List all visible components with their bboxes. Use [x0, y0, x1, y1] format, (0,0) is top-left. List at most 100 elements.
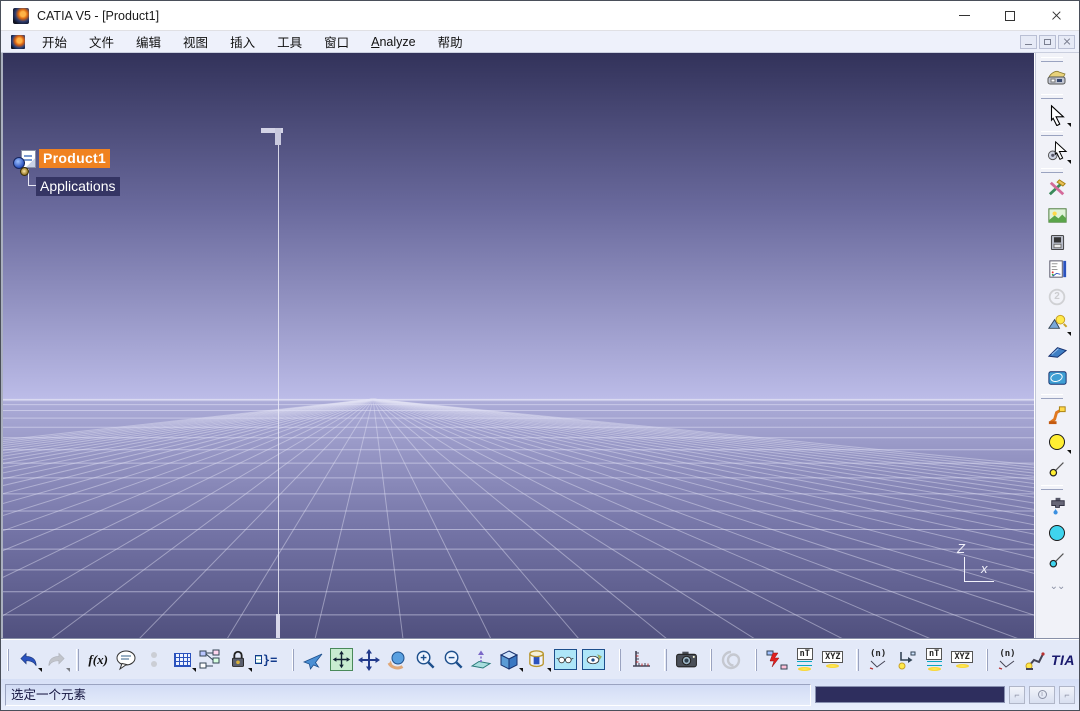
document-icon[interactable]	[11, 34, 25, 49]
select-arrow-button[interactable]	[1045, 102, 1071, 127]
toolbar-grip[interactable]	[618, 648, 622, 671]
maximize-button[interactable]	[987, 1, 1033, 30]
circle-icon	[1049, 524, 1065, 541]
isometric-view-button[interactable]	[497, 647, 523, 672]
tree-node-label[interactable]: Product1	[39, 149, 111, 168]
menu-item-tools[interactable]: 工具	[266, 30, 313, 53]
named-views-button[interactable]	[525, 647, 551, 672]
menu-item-analyze[interactable]: Analyze	[360, 33, 426, 51]
toolbar-grip[interactable]	[754, 648, 758, 671]
minimize-icon	[958, 15, 970, 16]
faucet-icon[interactable]	[1045, 493, 1070, 518]
toolbar-grip[interactable]	[1041, 94, 1063, 99]
design-table-button[interactable]	[170, 647, 196, 672]
power-input-arrow-button[interactable]: ⌐	[1009, 685, 1025, 704]
comment-button[interactable]	[114, 647, 139, 672]
mdi-minimize-button[interactable]	[1020, 34, 1037, 49]
circle-large-icon[interactable]	[1045, 520, 1070, 545]
frame-position-2-button[interactable]: XYZ	[950, 647, 975, 672]
relations-button[interactable]	[198, 647, 223, 672]
frame-position-button[interactable]: XYZ	[820, 647, 845, 672]
plane-surface-icon[interactable]	[1045, 338, 1070, 363]
tree-anchor-handle[interactable]	[276, 614, 280, 639]
frame-label: XYZ	[951, 651, 973, 663]
macro-icon[interactable]	[1045, 230, 1070, 255]
toolbar-grip[interactable]	[1041, 394, 1063, 399]
toolbar-overflow-chevron-icon[interactable]: ⌄⌄	[1045, 574, 1070, 599]
teach-button[interactable]	[894, 647, 919, 672]
jog-mechanism-2-button[interactable]: (n)	[995, 647, 1020, 672]
dialog-toggle-button[interactable]: i	[1029, 685, 1055, 704]
catia-window: CATIA V5 - [Product1] 开始 文件 编辑 视图 插入 工具 …	[0, 0, 1080, 711]
status-corner-button[interactable]: ⌐	[1059, 685, 1075, 704]
mdi-close-button[interactable]	[1058, 34, 1075, 49]
toolbar-grip[interactable]	[1041, 57, 1063, 62]
toolbar-grip[interactable]	[291, 648, 294, 671]
jog-mechanism-button[interactable]: (n)	[866, 647, 891, 672]
lock-button[interactable]	[226, 647, 252, 672]
toolbar-grip[interactable]	[7, 648, 10, 671]
arrow-glyph-icon: ⌐	[1014, 689, 1020, 700]
dimension-box-icon	[254, 655, 262, 664]
robot-arm-button[interactable]	[1023, 647, 1048, 672]
minimize-button[interactable]	[941, 1, 987, 30]
toolbar-grip[interactable]	[664, 648, 667, 671]
tree-branch-line	[28, 169, 36, 186]
toolbar-grip[interactable]	[1041, 131, 1063, 136]
toolbar-grip[interactable]	[856, 648, 859, 671]
close-button[interactable]	[1033, 1, 1079, 30]
surface-pad-icon[interactable]	[1045, 365, 1070, 390]
toolbar-grip[interactable]	[1041, 485, 1063, 490]
hide-show-button[interactable]	[553, 647, 578, 672]
swap-visible-space-button[interactable]	[581, 647, 606, 672]
toolbar-grip[interactable]	[76, 648, 79, 671]
fit-all-in-button[interactable]	[329, 647, 354, 672]
workbench-icon[interactable]	[1045, 65, 1070, 90]
tree-anchor-bracket[interactable]	[275, 128, 281, 145]
rotate-button[interactable]	[385, 647, 410, 672]
task-label: nT	[926, 648, 943, 660]
measure-button[interactable]	[628, 647, 653, 672]
formula-button[interactable]: f(x)	[86, 647, 111, 672]
image-library-icon[interactable]	[1045, 203, 1070, 228]
menu-item-edit[interactable]: 编辑	[125, 30, 172, 53]
tree-anchor-line[interactable]	[278, 145, 279, 639]
equivalent-dimensions-button[interactable]: }=	[254, 647, 279, 672]
robot-task-2-button[interactable]: nT	[922, 647, 947, 672]
fly-mode-button[interactable]	[301, 647, 326, 672]
normal-view-button[interactable]	[469, 647, 494, 672]
catia-app-icon	[13, 7, 29, 24]
menu-item-view[interactable]: 视图	[172, 30, 219, 53]
toolbar-grip[interactable]	[709, 648, 712, 671]
point-large-button[interactable]	[1045, 429, 1071, 454]
mdi-close-icon	[1063, 38, 1071, 46]
screen-capture-button[interactable]	[674, 647, 699, 672]
menu-item-window[interactable]: 窗口	[313, 30, 360, 53]
zoom-in-button[interactable]	[413, 647, 438, 672]
light-source-button[interactable]	[1045, 311, 1071, 336]
toolbar-grip[interactable]	[985, 648, 988, 671]
selection-filter-button[interactable]	[1045, 139, 1071, 164]
point-on-line-icon[interactable]	[1045, 456, 1070, 481]
3d-viewport[interactable]: Product1 Applications Z x	[1, 53, 1034, 639]
mdi-restore-button[interactable]	[1039, 34, 1056, 49]
highlight-glow-icon	[955, 664, 969, 668]
robot-task-button[interactable]: nT	[792, 647, 817, 672]
tree-node-label[interactable]: Applications	[36, 177, 120, 196]
menu-item-insert[interactable]: 插入	[219, 30, 266, 53]
zoom-out-button[interactable]	[441, 647, 466, 672]
simulation-state-button[interactable]	[764, 647, 789, 672]
robot-icon[interactable]	[1045, 402, 1070, 427]
status-bar: 选定一个元素 ⌐ i ⌐	[1, 679, 1079, 710]
tree-node-product1[interactable]: Product1	[13, 149, 120, 176]
specification-chart-icon[interactable]	[1045, 257, 1070, 282]
power-input-field[interactable]	[815, 686, 1005, 703]
menu-item-help[interactable]: 帮助	[427, 30, 474, 53]
menu-item-file[interactable]: 文件	[78, 30, 125, 53]
pan-button[interactable]	[357, 647, 382, 672]
toolbar-grip[interactable]	[1041, 168, 1063, 173]
undo-button[interactable]	[16, 647, 43, 672]
circle-on-line-icon[interactable]	[1045, 547, 1070, 572]
sketch-tools-icon[interactable]	[1045, 176, 1070, 201]
menu-item-start[interactable]: 开始	[31, 30, 78, 53]
